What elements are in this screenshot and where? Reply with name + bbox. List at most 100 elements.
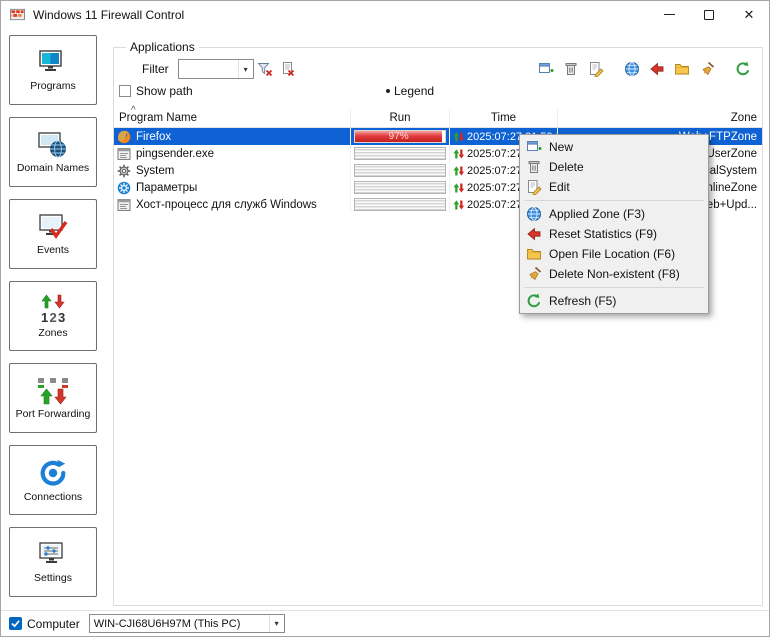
clear-filter-button[interactable] bbox=[254, 59, 277, 79]
program-name: System bbox=[136, 164, 175, 177]
sort-ascending-icon: ^ bbox=[131, 105, 136, 116]
run-progress bbox=[354, 181, 446, 194]
minimize-button[interactable] bbox=[649, 1, 689, 28]
zones-icon: 1 2 3 bbox=[41, 294, 65, 324]
menu-item-new[interactable]: New bbox=[522, 137, 706, 157]
chevron-down-icon: ▾ bbox=[268, 615, 284, 632]
menu-item-reset-statistics[interactable]: Reset Statistics (F9) bbox=[522, 224, 706, 244]
run-progress-fill bbox=[355, 165, 445, 176]
program-name: Хост-процесс для служб Windows bbox=[136, 198, 317, 211]
toolbar-new-button[interactable] bbox=[534, 59, 557, 79]
statusbar: Computer WIN-CJI68U6H97M (This PC) ▾ bbox=[1, 610, 769, 636]
minimize-icon bbox=[663, 14, 675, 15]
svg-text:3: 3 bbox=[58, 310, 65, 324]
sidebar-item-zones[interactable]: 1 2 3 Zones bbox=[9, 281, 97, 351]
edit-icon bbox=[526, 179, 542, 195]
settings-icon bbox=[39, 541, 63, 563]
sidebar-item-domain-names[interactable]: Domain Names bbox=[9, 117, 97, 187]
maximize-icon bbox=[704, 9, 714, 20]
toolbar-open-file-location-button[interactable] bbox=[670, 59, 693, 79]
traffic-arrows-icon bbox=[453, 166, 464, 176]
menu-item-edit[interactable]: Edit bbox=[522, 177, 706, 197]
traffic-arrows-icon bbox=[453, 132, 464, 142]
sidebar-item-events[interactable]: Events bbox=[9, 199, 97, 269]
menu-item-delete-non-existent[interactable]: Delete Non-existent (F8) bbox=[522, 264, 706, 284]
connections-icon bbox=[40, 459, 66, 486]
toolbar-refresh-button[interactable] bbox=[731, 59, 754, 79]
applications-groupbox: Applications Filter ▾ Show path Legend ^… bbox=[113, 40, 763, 606]
chevron-down-icon: ▾ bbox=[237, 60, 253, 78]
generic-app-icon bbox=[117, 198, 131, 212]
sidebar-item-label: Zones bbox=[38, 326, 68, 339]
sidebar-item-settings[interactable]: Settings bbox=[9, 527, 97, 597]
traffic-arrows-icon bbox=[453, 149, 464, 159]
run-progress-fill bbox=[355, 199, 445, 210]
new-icon bbox=[538, 61, 554, 77]
new-icon bbox=[526, 139, 542, 155]
legend-bullet-icon bbox=[386, 89, 390, 93]
edit-icon bbox=[588, 61, 604, 77]
svg-text:1: 1 bbox=[41, 310, 48, 324]
close-icon: ✕ bbox=[743, 7, 755, 22]
maximize-button[interactable] bbox=[689, 1, 729, 28]
domain-names-icon bbox=[38, 131, 66, 157]
legend-label: Legend bbox=[394, 84, 435, 98]
traffic-arrows-icon bbox=[453, 183, 464, 193]
menu-item-refresh[interactable]: Refresh (F5) bbox=[522, 291, 706, 311]
titlebar[interactable]: Windows 11 Firewall Control ✕ bbox=[1, 1, 769, 28]
run-progress-fill: 97% bbox=[355, 131, 443, 142]
toolbar-edit-button[interactable] bbox=[584, 59, 607, 79]
sidebar-item-port-forwarding[interactable]: Port Forwarding bbox=[9, 363, 97, 433]
column-header-run[interactable]: Run bbox=[351, 109, 450, 127]
toolbar-applied-zone-button[interactable] bbox=[620, 59, 643, 79]
delete-non-existent-icon bbox=[699, 61, 715, 77]
menu-item-label: Refresh (F5) bbox=[549, 294, 617, 308]
context-menu: New Delete Edit Applied Zone (F3) Reset … bbox=[519, 134, 709, 314]
run-progress-fill bbox=[355, 182, 445, 193]
toolbar-delete-button[interactable] bbox=[559, 59, 582, 79]
toolbar-delete-non-existent-button[interactable] bbox=[695, 59, 718, 79]
svg-text:2: 2 bbox=[50, 310, 57, 324]
sidebar-item-label: Programs bbox=[30, 79, 76, 92]
computer-checkbox[interactable] bbox=[9, 617, 22, 630]
show-path-checkbox[interactable] bbox=[119, 85, 131, 97]
close-button[interactable]: ✕ bbox=[729, 1, 769, 28]
show-path-label: Show path bbox=[136, 84, 193, 98]
sidebar-item-programs[interactable]: Programs bbox=[9, 35, 97, 105]
menu-item-label: Applied Zone (F3) bbox=[549, 207, 646, 221]
generic-app-icon bbox=[117, 147, 131, 161]
menu-item-label: Open File Location (F6) bbox=[549, 247, 676, 261]
column-header-time[interactable]: Time bbox=[450, 109, 558, 127]
menu-item-label: Delete Non-existent (F8) bbox=[549, 267, 680, 281]
delete-icon bbox=[526, 159, 542, 175]
delete-non-existent-icon bbox=[526, 266, 542, 282]
open-file-location-icon bbox=[526, 246, 542, 262]
row-time: 2025:07:27 bbox=[467, 181, 523, 194]
menu-item-delete[interactable]: Delete bbox=[522, 157, 706, 177]
toolbar-reset-statistics-button[interactable] bbox=[645, 59, 668, 79]
column-header-program-name[interactable]: Program Name bbox=[114, 109, 351, 127]
column-header-zone[interactable]: Zone bbox=[558, 109, 762, 127]
computer-combobox[interactable]: WIN-CJI68U6H97M (This PC) ▾ bbox=[88, 614, 285, 633]
firefox-icon bbox=[117, 130, 131, 144]
reset-statistics-icon bbox=[526, 226, 542, 242]
clear-filter-doc-button[interactable] bbox=[277, 59, 300, 79]
applications-group-title: Applications bbox=[130, 40, 195, 54]
program-name: Firefox bbox=[136, 130, 172, 143]
run-progress-fill bbox=[355, 148, 445, 159]
menu-item-applied-zone[interactable]: Applied Zone (F3) bbox=[522, 204, 706, 224]
app-window: Windows 11 Firewall Control ✕ Programs D… bbox=[0, 0, 770, 637]
sidebar-item-connections[interactable]: Connections bbox=[9, 445, 97, 515]
table-header: ^ Program Name Run Time Zone bbox=[114, 105, 762, 128]
refresh-icon bbox=[526, 293, 542, 309]
traffic-arrows-icon bbox=[453, 200, 464, 210]
events-icon bbox=[39, 213, 68, 239]
filter-combobox[interactable]: ▾ bbox=[177, 59, 254, 79]
window-title: Windows 11 Firewall Control bbox=[33, 7, 185, 22]
row-zone: UserZone bbox=[706, 147, 758, 160]
menu-item-open-file-location[interactable]: Open File Location (F6) bbox=[522, 244, 706, 264]
filter-label: Filter bbox=[142, 62, 169, 76]
legend-link[interactable]: Legend bbox=[386, 84, 434, 98]
run-progress bbox=[354, 198, 446, 211]
row-time: 2025:07:27 bbox=[467, 198, 523, 211]
